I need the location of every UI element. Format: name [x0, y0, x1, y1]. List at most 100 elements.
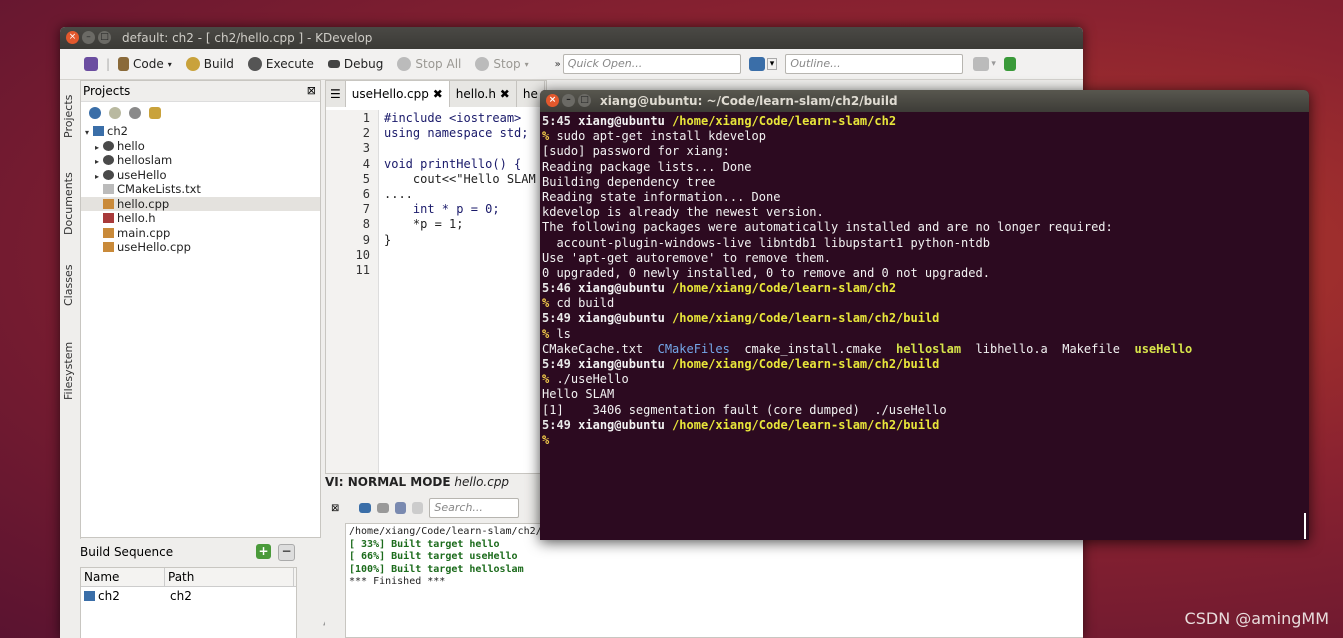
areas-button[interactable] [78, 57, 104, 71]
execute-button[interactable]: Execute [242, 57, 320, 71]
previous-item-icon[interactable] [359, 503, 372, 513]
target-icon [103, 140, 114, 151]
column-path[interactable]: Path [165, 568, 294, 586]
remove-icon[interactable]: − [278, 544, 295, 561]
close-pane-icon[interactable]: ⊠ [307, 81, 316, 101]
code-line[interactable]: void printHello() { [384, 157, 521, 171]
code-line[interactable]: #include <iostream> [384, 111, 521, 125]
close-pane-icon[interactable]: ⊠ [331, 503, 339, 514]
ls-entry: CMakeFiles [657, 341, 730, 356]
overflow-chevron-icon[interactable]: » [555, 59, 561, 70]
code-menu-button[interactable]: Code ▾ [112, 57, 178, 71]
tab-classes[interactable]: Classes [62, 265, 75, 306]
ls-entry: useHello [1134, 341, 1193, 356]
tab-projects[interactable]: Projects [62, 95, 75, 138]
line-number: 2 [362, 126, 370, 141]
next-item-icon[interactable] [377, 503, 390, 513]
tree-item-label: hello.cpp [117, 196, 170, 211]
code-line[interactable]: using namespace std; [384, 126, 529, 140]
build-sequence-table: Name Path ch2 ch2 [80, 567, 297, 638]
prompt-host: xiang@ubuntu [578, 357, 665, 371]
terminal-line: Reading package lists... Done [542, 160, 1309, 175]
tab-usehello-cpp[interactable]: useHello.cpp ✖ [345, 81, 450, 107]
window-title: default: ch2 - [ ch2/hello.cpp ] - KDeve… [122, 31, 373, 45]
terminal-output[interactable]: 5:45 xiang@ubuntu /home/xiang/Code/learn… [542, 114, 1309, 540]
table-row[interactable]: ch2 ch2 [81, 587, 296, 605]
output-text: kdevelop is already the newest version. [542, 205, 824, 220]
stop-all-button[interactable]: Stop All [391, 57, 467, 71]
locate-icon[interactable] [89, 107, 101, 119]
grid-icon [84, 57, 98, 71]
tree-item[interactable]: main.cpp [81, 226, 320, 241]
code-line[interactable]: cout<<"Hello SLAM [384, 172, 536, 186]
close-window-button[interactable]: × [66, 31, 79, 44]
prompt-symbol: % [542, 296, 557, 311]
gear-icon [185, 57, 200, 71]
terminal-scrollbar[interactable] [1304, 513, 1306, 539]
copy-icon[interactable] [412, 502, 424, 514]
output-line: [100%] Built target helloslam [349, 563, 524, 575]
minimize-window-button[interactable]: – [82, 31, 95, 44]
tree-item[interactable]: CMakeLists.txt [81, 182, 320, 197]
prompt-symbol: % [542, 129, 557, 144]
build-button[interactable]: Build [180, 57, 240, 71]
output-text: 0 upgraded, 0 newly installed, 0 to remo… [542, 265, 990, 280]
prompt-path: /home/xiang/Code/learn-slam/ch2 [672, 114, 897, 128]
tree-item[interactable]: ▾ ch2 [81, 124, 320, 139]
tree-item[interactable]: ▸ hello [81, 139, 320, 154]
tree-item[interactable]: ▸ useHello [81, 168, 320, 183]
help-icon[interactable] [1003, 57, 1016, 71]
code-line[interactable]: int * p = 0; [384, 202, 500, 216]
tree-item-label: useHello.cpp [117, 240, 191, 254]
tree-item[interactable]: hello.h [81, 211, 320, 226]
prompt-time: 5:49 [542, 417, 571, 432]
terminal-line: 5:45 xiang@ubuntu /home/xiang/Code/learn… [542, 114, 1309, 129]
column-name[interactable]: Name [81, 568, 165, 586]
tab-documents[interactable]: Documents [62, 172, 75, 235]
documents-list-icon[interactable]: ☰ [326, 81, 346, 107]
minimize-window-button[interactable]: – [562, 94, 575, 107]
line-number: 5 [362, 171, 370, 186]
line-number: 4 [362, 156, 370, 171]
add-icon[interactable]: + [256, 544, 271, 559]
kdevelop-titlebar: × – □ default: ch2 - [ ch2/hello.cpp ] -… [60, 27, 1083, 49]
back-arrow-icon[interactable] [748, 57, 765, 71]
history-dropdown-icon[interactable]: ▾ [766, 58, 778, 70]
code-editor[interactable]: ☰ useHello.cpp ✖ hello.h ✖ he 1 #include … [325, 80, 547, 474]
tree-item[interactable]: ▸ helloslam [81, 153, 320, 168]
stop-icon [397, 57, 412, 71]
prompt-time: 5:46 [542, 281, 571, 296]
select-activated-icon[interactable] [395, 502, 407, 514]
maximize-window-button[interactable]: □ [578, 94, 591, 107]
stop-icon [475, 57, 490, 71]
code-line[interactable]: .... [384, 187, 413, 201]
prompt-host: xiang@ubuntu [578, 114, 665, 128]
output-text: Use 'apt-get autoremove' to remove them. [542, 250, 831, 265]
clean-item-icon[interactable] [149, 107, 161, 119]
output-search-input[interactable]: Search... [429, 498, 520, 518]
tab-hello-h[interactable]: hello.h ✖ [450, 81, 517, 107]
output-text: Reading package lists... Done [542, 159, 752, 174]
install-item-icon[interactable] [129, 107, 141, 119]
maximize-window-button[interactable]: □ [98, 31, 111, 44]
debug-button[interactable]: Debug [322, 57, 389, 71]
prompt-path: /home/xiang/Code/learn-slam/ch2/build [672, 357, 940, 371]
close-tab-icon[interactable]: ✖ [500, 87, 510, 101]
outline-input[interactable]: Outline... [785, 54, 964, 74]
close-tab-icon[interactable]: ✖ [433, 87, 443, 101]
left-dock-tabs: Projects Documents Classes Filesystem [60, 80, 81, 638]
tree-item[interactable]: useHello.cpp [81, 240, 320, 255]
code-line[interactable]: } [384, 233, 391, 247]
code-line[interactable]: *p = 1; [384, 217, 464, 231]
forward-arrow-icon[interactable] [973, 57, 990, 71]
forward-dropdown-icon[interactable]: ▾ [991, 59, 996, 69]
output-line: [ 66%] Built target useHello [349, 551, 518, 562]
projects-pane: Projects ⊠ ▾ ch2 ▸ hello ▸ helloslam ▸ useHello… [80, 80, 321, 538]
tab-filesystem[interactable]: Filesystem [62, 342, 75, 400]
quick-open-input[interactable]: Quick Open... [562, 54, 741, 74]
cpp-file-icon [103, 242, 114, 252]
stop-button[interactable]: Stop ▾ [469, 57, 534, 71]
tree-item[interactable]: hello.cpp [81, 196, 320, 211]
build-item-icon[interactable] [109, 107, 121, 119]
close-window-button[interactable]: × [546, 94, 559, 107]
